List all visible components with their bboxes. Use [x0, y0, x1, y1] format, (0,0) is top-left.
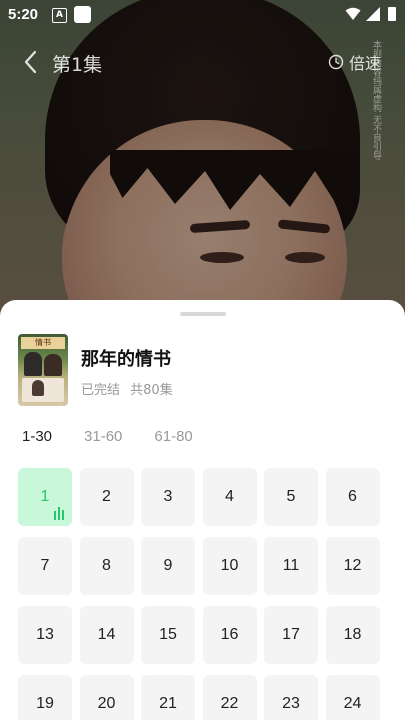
episode-number: 19	[36, 695, 54, 712]
episode-button-12[interactable]: 12	[325, 537, 380, 595]
episode-button-11[interactable]: 11	[264, 537, 318, 595]
episode-number: 9	[163, 557, 173, 574]
episode-number: 23	[282, 695, 300, 712]
status-time: 5:20	[8, 6, 39, 23]
episode-button-23[interactable]: 23	[264, 675, 318, 720]
episode-button-3[interactable]: 3	[141, 468, 195, 526]
episode-number: 14	[97, 626, 116, 643]
clock-icon	[328, 54, 344, 70]
episode-number: 22	[220, 695, 239, 712]
episode-button-4[interactable]: 4	[202, 468, 257, 526]
episode-button-1[interactable]: 1	[18, 468, 72, 526]
episode-number: 7	[40, 557, 50, 574]
episode-number: 3	[163, 488, 173, 505]
episode-button-24[interactable]: 24	[325, 675, 380, 720]
notification-a-icon: A	[52, 8, 67, 23]
episode-number: 8	[102, 557, 111, 574]
episode-number: 21	[159, 695, 177, 712]
tab-range-1-30[interactable]: 1-30	[22, 428, 52, 450]
episode-button-15[interactable]: 15	[141, 606, 195, 664]
episode-range-tabs: 1-30 31-60 61-80	[22, 428, 225, 450]
episode-number: 13	[36, 626, 54, 643]
episode-button-18[interactable]: 18	[325, 606, 380, 664]
episode-number: 4	[225, 488, 234, 505]
episode-button-5[interactable]: 5	[264, 468, 318, 526]
episode-number: 16	[220, 626, 239, 643]
episode-number: 18	[343, 626, 362, 643]
signal-icon	[366, 7, 380, 21]
now-playing-icon	[54, 507, 64, 520]
episode-number: 20	[97, 695, 116, 712]
episode-button-7[interactable]: 7	[18, 537, 72, 595]
episode-button-13[interactable]: 13	[18, 606, 72, 664]
drama-title: 那年的情书	[81, 349, 171, 370]
back-button[interactable]	[20, 48, 44, 76]
episode-number: 24	[343, 695, 362, 712]
cover-caption: 情书	[21, 337, 65, 349]
episode-title: 第1集	[52, 54, 103, 76]
episode-button-20[interactable]: 20	[79, 675, 134, 720]
episode-button-14[interactable]: 14	[79, 606, 134, 664]
episode-grid: 1 2 3 4 5 6 7 8 9 10 11 12 13 14 15 16 17 18 19 20 21 22 23 24	[18, 468, 388, 720]
tab-range-61-80[interactable]: 61-80	[154, 428, 192, 450]
video-watermark: 本剧内容纯属虚构 无不良引导	[371, 40, 381, 160]
episode-number: 2	[102, 488, 111, 505]
episode-number: 12	[343, 557, 362, 574]
episode-button-16[interactable]: 16	[202, 606, 257, 664]
episode-button-9[interactable]: 9	[141, 537, 195, 595]
episode-number: 11	[282, 557, 300, 574]
wifi-icon	[345, 7, 361, 20]
episode-button-19[interactable]: 19	[18, 675, 72, 720]
episode-sheet: 情书 那年的情书 已完结 共80集 1-30 31-60 61-80 12345…	[0, 300, 405, 720]
episode-number: 15	[159, 626, 177, 643]
drama-cover: 情书	[18, 334, 68, 406]
episode-button-6[interactable]: 6	[325, 468, 380, 526]
drama-episode-count: 共80集	[130, 383, 173, 398]
drama-status: 已完结	[81, 383, 121, 398]
episode-button-17[interactable]: 17	[264, 606, 318, 664]
episode-button-21[interactable]: 21	[141, 675, 195, 720]
tab-range-31-60[interactable]: 31-60	[84, 428, 122, 450]
app-screen: 5:20 A 第1集 倍速 本剧内容纯属虚构 无不良引导 情书 那年的情书 已完…	[0, 0, 405, 720]
episode-button-10[interactable]: 10	[202, 537, 257, 595]
episode-number: 5	[286, 488, 296, 505]
episode-number: 10	[220, 557, 239, 574]
drama-meta: 已完结 共80集	[81, 379, 179, 398]
status-bar: 5:20 A	[0, 0, 405, 30]
episode-button-8[interactable]: 8	[79, 537, 134, 595]
battery-icon	[388, 7, 396, 21]
notification-square-icon	[74, 6, 91, 23]
sheet-drag-handle[interactable]	[180, 312, 226, 316]
player-top-bar: 第1集 倍速	[0, 44, 405, 80]
episode-button-22[interactable]: 22	[202, 675, 257, 720]
episode-number: 6	[348, 488, 357, 505]
episode-button-2[interactable]: 2	[79, 468, 134, 526]
episode-number: 1	[40, 488, 50, 505]
episode-number: 17	[282, 626, 300, 643]
